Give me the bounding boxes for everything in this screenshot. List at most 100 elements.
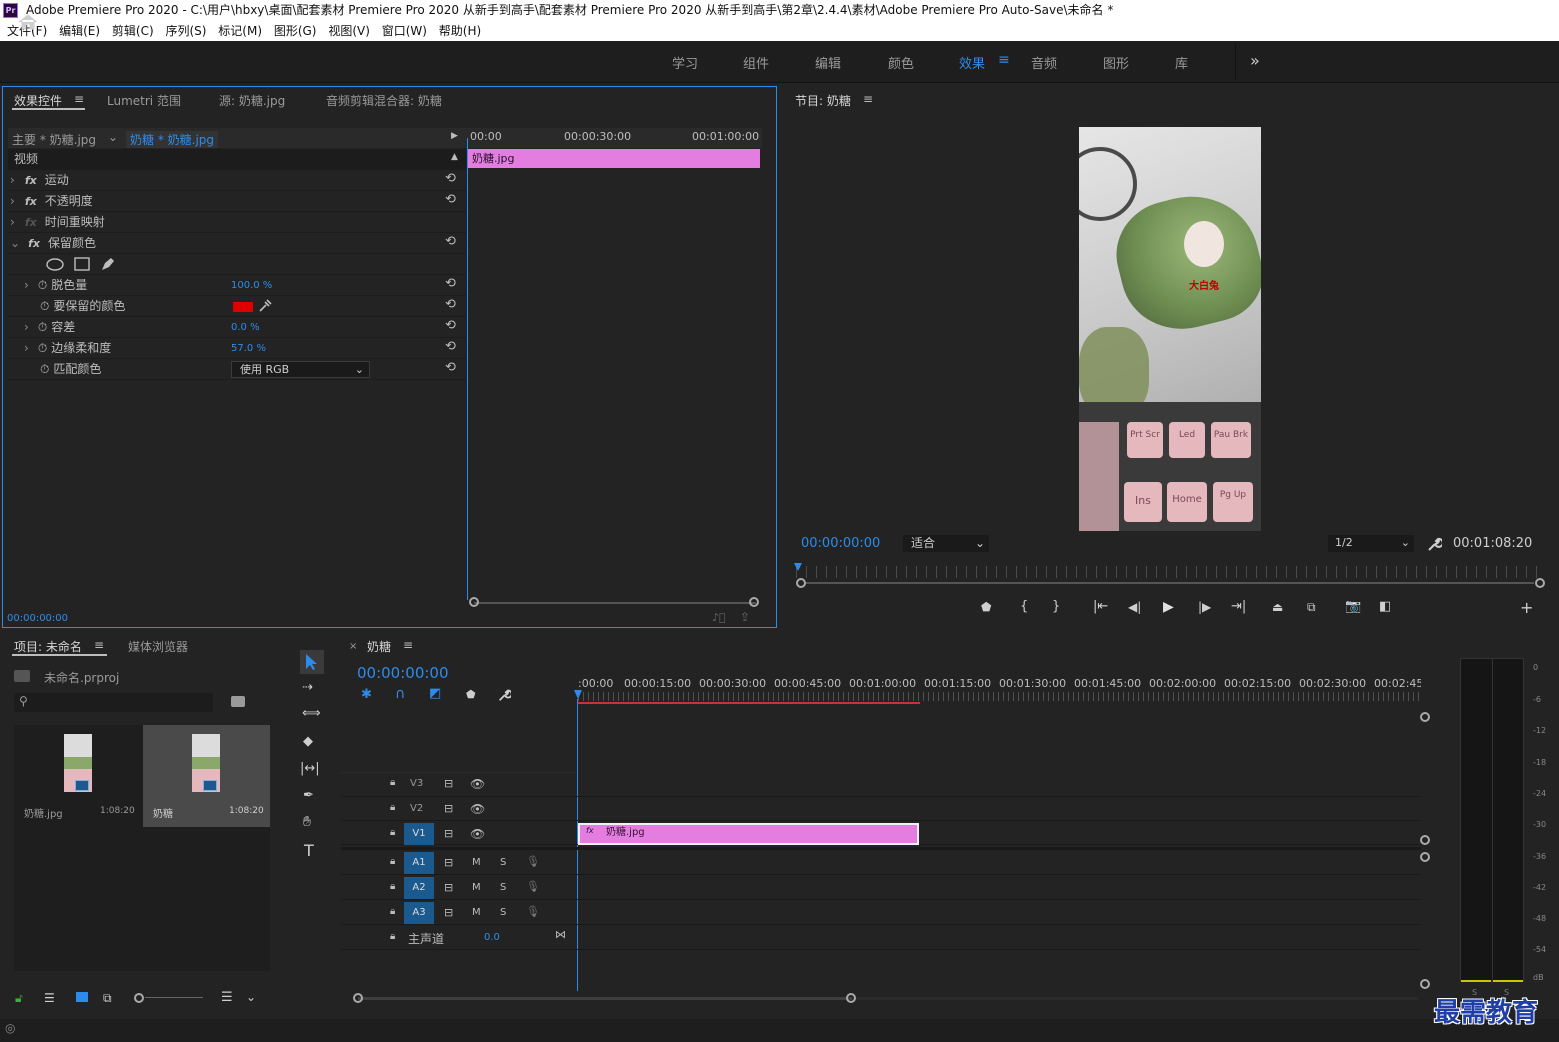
timeline-playhead-head[interactable] (574, 690, 582, 699)
param-value-desaturate[interactable]: 100.0 % (231, 280, 272, 291)
linked-selection-icon[interactable]: ◩ (429, 686, 441, 701)
program-timecode[interactable]: 00:00:00:00 (801, 536, 880, 551)
track-lock-icon[interactable]: 🔒︎ (390, 856, 395, 867)
play-icon[interactable]: ▶ (1163, 599, 1174, 615)
vertical-scroll-handle[interactable] (1420, 712, 1430, 722)
param-value-edge-softness[interactable]: 57.0 % (231, 343, 266, 354)
horizontal-scrollbar[interactable] (358, 997, 852, 1000)
project-item-selected[interactable]: 奶糖 1:08:20 (143, 725, 270, 827)
stopwatch-icon[interactable]: ⏱ (40, 362, 49, 376)
ripple-edit-tool-icon[interactable]: ⟺ (302, 706, 321, 721)
workspace-learn[interactable]: 学习 (672, 53, 698, 72)
chevron-down-icon[interactable]: ⌄ (108, 130, 118, 144)
tab-audio-clip-mixer[interactable]: 音频剪辑混合器: 奶糖 (326, 92, 442, 109)
slip-tool-icon[interactable]: |↔| (300, 761, 320, 776)
sync-lock-icon[interactable]: ⊟ (444, 827, 453, 840)
effect-row-motion[interactable]: › fx 运动 (8, 170, 466, 191)
tab-effect-controls[interactable]: 效果控件 (14, 92, 62, 109)
track-lock-icon[interactable]: 🔒︎ (390, 906, 395, 917)
tab-source[interactable]: 源: 奶糖.jpg (219, 92, 285, 109)
stopwatch-icon[interactable]: ⏱ (40, 299, 49, 313)
tab-program[interactable]: 节目: 奶糖 (795, 92, 851, 109)
timeline-timecode[interactable]: 00:00:00:00 (357, 664, 449, 682)
match-color-dropdown[interactable]: 使用 RGB ⌄ (231, 361, 370, 378)
workspace-editing[interactable]: 编辑 (815, 53, 841, 72)
sync-lock-icon[interactable]: ⊟ (444, 802, 453, 815)
resolution-dropdown[interactable]: 1/2 ⌄ (1328, 535, 1414, 552)
menu-sequence[interactable]: 序列(S) (165, 21, 206, 41)
sync-lock-icon[interactable]: ⊟ (444, 856, 453, 869)
mute-button[interactable]: M (472, 857, 481, 868)
workspace-audio[interactable]: 音频 (1031, 53, 1057, 72)
menu-view[interactable]: 视图(V) (328, 21, 370, 41)
program-ruler[interactable] (796, 566, 1544, 578)
timeline-ruler[interactable]: :00:00 00:00:15:00 00:00:30:00 00:00:45:… (578, 674, 1421, 704)
h-scroll-handle-left[interactable] (353, 993, 363, 1003)
eye-icon[interactable]: 👁︎ (470, 802, 485, 816)
menu-marker[interactable]: 标记(M) (218, 21, 262, 41)
color-swatch[interactable] (233, 302, 253, 312)
thumbnail-size-slider[interactable] (145, 997, 203, 998)
list-view-icon[interactable]: ☰ (44, 991, 55, 1005)
razor-tool-icon[interactable]: ◆ (303, 734, 313, 749)
track-target-a1[interactable]: A1 (404, 852, 434, 874)
vertical-scroll-handle[interactable] (1420, 852, 1430, 862)
selection-tool-icon[interactable] (304, 653, 318, 671)
effect-row-time-remap[interactable]: › fx 时间重映射 (8, 212, 466, 233)
h-scroll-handle-right[interactable] (846, 993, 856, 1003)
ec-clip-bar[interactable]: 奶糖.jpg (468, 149, 760, 168)
go-to-in-icon[interactable]: |⇤ (1093, 599, 1108, 614)
add-marker-icon[interactable]: ⬟ (466, 688, 476, 701)
step-back-icon[interactable]: ◀| (1128, 600, 1141, 614)
filter-clip-icon[interactable]: ♪⃒ (712, 611, 726, 624)
nest-toggle-icon[interactable]: ✱ (361, 687, 372, 702)
icon-view-icon[interactable] (76, 992, 88, 1002)
scroll-handle-left[interactable] (469, 597, 479, 607)
reset-icon[interactable]: ⟲ (445, 276, 456, 291)
reset-icon[interactable]: ⟲ (445, 192, 456, 207)
chevron-down-icon[interactable]: ⌄ (246, 990, 256, 1004)
stopwatch-icon[interactable]: ⏱ (38, 320, 47, 334)
effect-row-leave-color[interactable]: ⌄ fx 保留颜色 (8, 233, 466, 254)
master-clip-label[interactable]: 主要 * 奶糖.jpg (12, 131, 96, 148)
effect-row-opacity[interactable]: › fx 不透明度 (8, 191, 466, 212)
reset-icon[interactable]: ⟲ (445, 318, 456, 333)
add-marker-icon[interactable]: ⬟ (981, 600, 991, 614)
project-item[interactable]: 奶糖.jpg 1:08:20 (14, 725, 143, 827)
mark-out-icon[interactable]: } (1052, 599, 1060, 614)
track-label-v3[interactable]: V3 (410, 778, 423, 789)
vertical-scroll-handle[interactable] (1420, 979, 1430, 989)
eye-icon[interactable]: 👁︎ (470, 827, 485, 841)
program-zoom-bar[interactable] (806, 582, 1534, 584)
mute-button[interactable]: M (472, 882, 481, 893)
menu-window[interactable]: 窗口(W) (382, 21, 427, 41)
ec-playhead[interactable] (467, 138, 468, 600)
mark-in-icon[interactable]: { (1020, 599, 1028, 614)
stopwatch-icon[interactable]: ⏱ (38, 341, 47, 355)
fit-dropdown[interactable]: 适合 ⌄ (903, 535, 989, 552)
track-lock-icon[interactable]: 🔒︎ (390, 802, 395, 813)
wrench-icon[interactable] (1426, 536, 1442, 552)
export-icon[interactable]: ⇪ (740, 610, 750, 624)
reset-icon[interactable]: ⟲ (445, 297, 456, 312)
sync-lock-icon[interactable]: ⊟ (444, 881, 453, 894)
comparison-view-icon[interactable]: ◧ (1379, 599, 1391, 614)
eyedropper-icon[interactable] (258, 299, 272, 313)
panel-menu-icon[interactable]: ≡ (74, 92, 84, 106)
sort-icon[interactable]: ☰ (221, 990, 233, 1005)
menu-help[interactable]: 帮助(H) (439, 21, 481, 41)
fx-icon[interactable]: fx (25, 174, 37, 187)
microphone-icon[interactable]: 🎙︎ (526, 905, 540, 918)
close-tab-icon[interactable]: × (349, 641, 357, 652)
menu-clip[interactable]: 剪辑(C) (112, 21, 154, 41)
rectangle-mask-icon[interactable] (74, 257, 90, 271)
pen-mask-icon[interactable] (100, 256, 116, 272)
track-lock-icon[interactable]: 🔒︎ (390, 777, 395, 788)
play-clip-triangle-icon[interactable]: ▶ (451, 131, 458, 141)
thumbnail-size-handle[interactable] (134, 993, 144, 1003)
param-value-tolerance[interactable]: 0.0 % (231, 322, 260, 333)
track-label-v2[interactable]: V2 (410, 803, 423, 814)
track-lock-icon[interactable]: 🔒︎ (390, 827, 395, 838)
freeform-view-icon[interactable]: ⧉ (103, 991, 112, 1006)
solo-button[interactable]: S (500, 907, 506, 918)
